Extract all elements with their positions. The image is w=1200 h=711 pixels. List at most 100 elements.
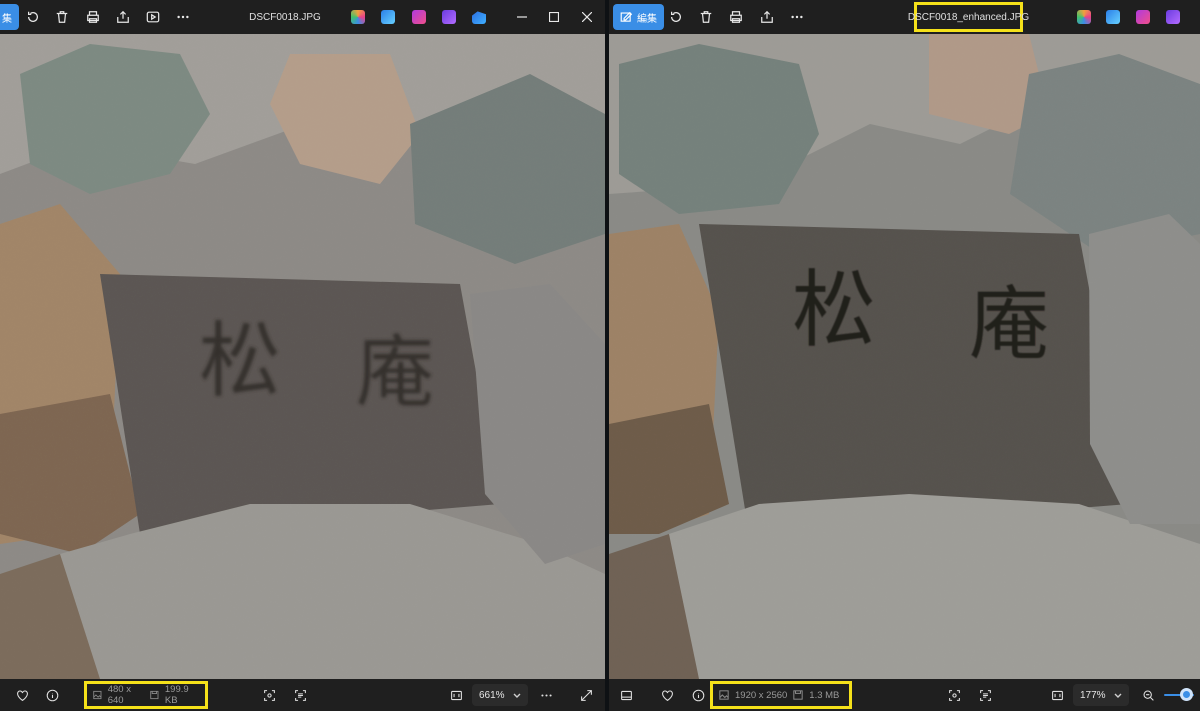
filmstrip-icon bbox=[620, 690, 632, 700]
visual-search-icon bbox=[948, 689, 960, 701]
zoom-dropdown[interactable]: 661% bbox=[472, 684, 528, 706]
title-bar: 編集 DSCF0018_enhanced.JPG bbox=[609, 0, 1200, 34]
designer-icon[interactable] bbox=[381, 10, 395, 24]
zoom-out-icon bbox=[1143, 690, 1154, 701]
clipchamp-icon[interactable] bbox=[1136, 10, 1150, 24]
zoom-level: 661% bbox=[479, 689, 505, 701]
zoom-level: 177% bbox=[1080, 689, 1106, 701]
close-icon bbox=[582, 12, 592, 22]
slideshow-icon bbox=[146, 11, 160, 23]
engraved-kanji-left: 松 bbox=[199, 314, 281, 409]
purple-app-icon[interactable] bbox=[1166, 10, 1180, 24]
visual-search-button[interactable] bbox=[257, 683, 281, 707]
favorite-button[interactable] bbox=[10, 683, 34, 707]
save-icon bbox=[793, 690, 803, 700]
image-dimensions: 480 x 640 bbox=[107, 684, 131, 706]
visual-search-button[interactable] bbox=[942, 683, 966, 707]
slideshow-button[interactable] bbox=[140, 5, 166, 29]
share-button[interactable] bbox=[110, 5, 136, 29]
more-button[interactable] bbox=[784, 5, 810, 29]
heart-icon bbox=[661, 690, 673, 701]
more-options-button[interactable] bbox=[534, 683, 558, 707]
favorite-button[interactable] bbox=[655, 683, 679, 707]
info-icon bbox=[46, 689, 58, 701]
photo-image: 松 庵 bbox=[0, 34, 605, 679]
image-icon bbox=[93, 690, 102, 700]
share-icon bbox=[117, 10, 129, 23]
purple-app-icon[interactable] bbox=[442, 10, 456, 24]
zoom-dropdown[interactable]: 177% bbox=[1073, 684, 1129, 706]
info-icon bbox=[692, 689, 704, 701]
zoom-out-button[interactable] bbox=[1136, 683, 1160, 707]
right-photo-viewer: 編集 DSCF0018_enhanced.JPG 松 庵 1920 x 2560… bbox=[609, 0, 1200, 711]
filmstrip-button[interactable] bbox=[614, 683, 638, 707]
file-size: 199.9 KB bbox=[164, 684, 189, 706]
chevron-down-icon bbox=[1114, 693, 1122, 698]
image-dimensions: 1920 x 2560 bbox=[735, 689, 788, 701]
text-scan-icon bbox=[294, 689, 306, 701]
file-name: DSCF0018_enhanced.JPG bbox=[908, 2, 1029, 32]
trash-icon bbox=[56, 11, 68, 23]
photo-canvas[interactable]: 松 庵 bbox=[0, 34, 605, 679]
print-icon bbox=[87, 11, 99, 23]
info-button[interactable] bbox=[40, 683, 64, 707]
delete-button[interactable] bbox=[693, 5, 719, 29]
edit-button[interactable]: 集 bbox=[0, 4, 19, 30]
info-button[interactable] bbox=[686, 683, 710, 707]
file-name: DSCF0018.JPG bbox=[249, 11, 321, 23]
heart-icon bbox=[16, 690, 28, 701]
onedrive-icon[interactable] bbox=[472, 11, 486, 24]
minimize-button[interactable] bbox=[505, 0, 539, 34]
text-scan-icon bbox=[979, 689, 991, 701]
edit-icon bbox=[620, 11, 633, 22]
image-icon bbox=[719, 690, 729, 700]
rotate-button[interactable] bbox=[663, 5, 689, 29]
edit-button[interactable]: 編集 bbox=[613, 4, 664, 30]
status-bar: 480 x 640 199.9 KB 661% bbox=[0, 679, 605, 711]
maximize-icon bbox=[549, 12, 559, 22]
share-button[interactable] bbox=[754, 5, 780, 29]
engraved-kanji-left: 松 bbox=[792, 261, 876, 359]
left-photo-viewer: 集 DSCF0018.JPG 松 庵 480 x 640 199.9 KB 66… bbox=[0, 0, 605, 711]
engraved-kanji-right: 庵 bbox=[969, 278, 1049, 371]
text-scan-button[interactable] bbox=[973, 683, 997, 707]
more-icon bbox=[540, 693, 552, 697]
fullscreen-button[interactable] bbox=[574, 683, 598, 707]
visual-search-icon bbox=[263, 689, 275, 701]
save-icon bbox=[150, 690, 159, 700]
copilot-icon[interactable] bbox=[351, 10, 365, 24]
print-icon bbox=[730, 11, 742, 23]
close-button[interactable] bbox=[570, 0, 604, 34]
file-size: 1.3 MB bbox=[809, 689, 840, 701]
rotate-icon bbox=[28, 11, 38, 22]
designer-icon[interactable] bbox=[1106, 10, 1120, 24]
photo-image: 松 庵 bbox=[609, 34, 1200, 679]
print-button[interactable] bbox=[80, 5, 106, 29]
engraved-kanji-right: 庵 bbox=[356, 328, 434, 418]
minimize-icon bbox=[517, 16, 527, 18]
print-button[interactable] bbox=[723, 5, 749, 29]
rotate-button[interactable] bbox=[20, 5, 46, 29]
zoom-slider-thumb[interactable] bbox=[1180, 688, 1193, 701]
fit-to-screen-button[interactable] bbox=[1045, 683, 1069, 707]
clipchamp-icon[interactable] bbox=[412, 10, 426, 24]
fit-screen-icon bbox=[1051, 690, 1063, 700]
rotate-icon bbox=[671, 11, 681, 22]
title-bar: 集 DSCF0018.JPG bbox=[0, 0, 605, 34]
chevron-down-icon bbox=[513, 693, 521, 698]
text-scan-button[interactable] bbox=[288, 683, 312, 707]
maximize-button[interactable] bbox=[537, 0, 571, 34]
more-button[interactable] bbox=[170, 5, 196, 29]
copilot-icon[interactable] bbox=[1077, 10, 1091, 24]
edit-label: 編集 bbox=[637, 13, 657, 25]
more-icon bbox=[791, 15, 803, 19]
fullscreen-icon bbox=[580, 689, 592, 701]
fit-screen-icon bbox=[450, 690, 462, 700]
delete-button[interactable] bbox=[49, 5, 75, 29]
file-info-highlight: 480 x 640 199.9 KB bbox=[84, 681, 208, 709]
more-icon bbox=[177, 15, 189, 19]
photo-canvas[interactable]: 松 庵 bbox=[609, 34, 1200, 679]
status-bar: 1920 x 2560 1.3 MB 177% bbox=[609, 679, 1200, 711]
fit-to-screen-button[interactable] bbox=[444, 683, 468, 707]
file-info-highlight: 1920 x 2560 1.3 MB bbox=[710, 681, 852, 709]
